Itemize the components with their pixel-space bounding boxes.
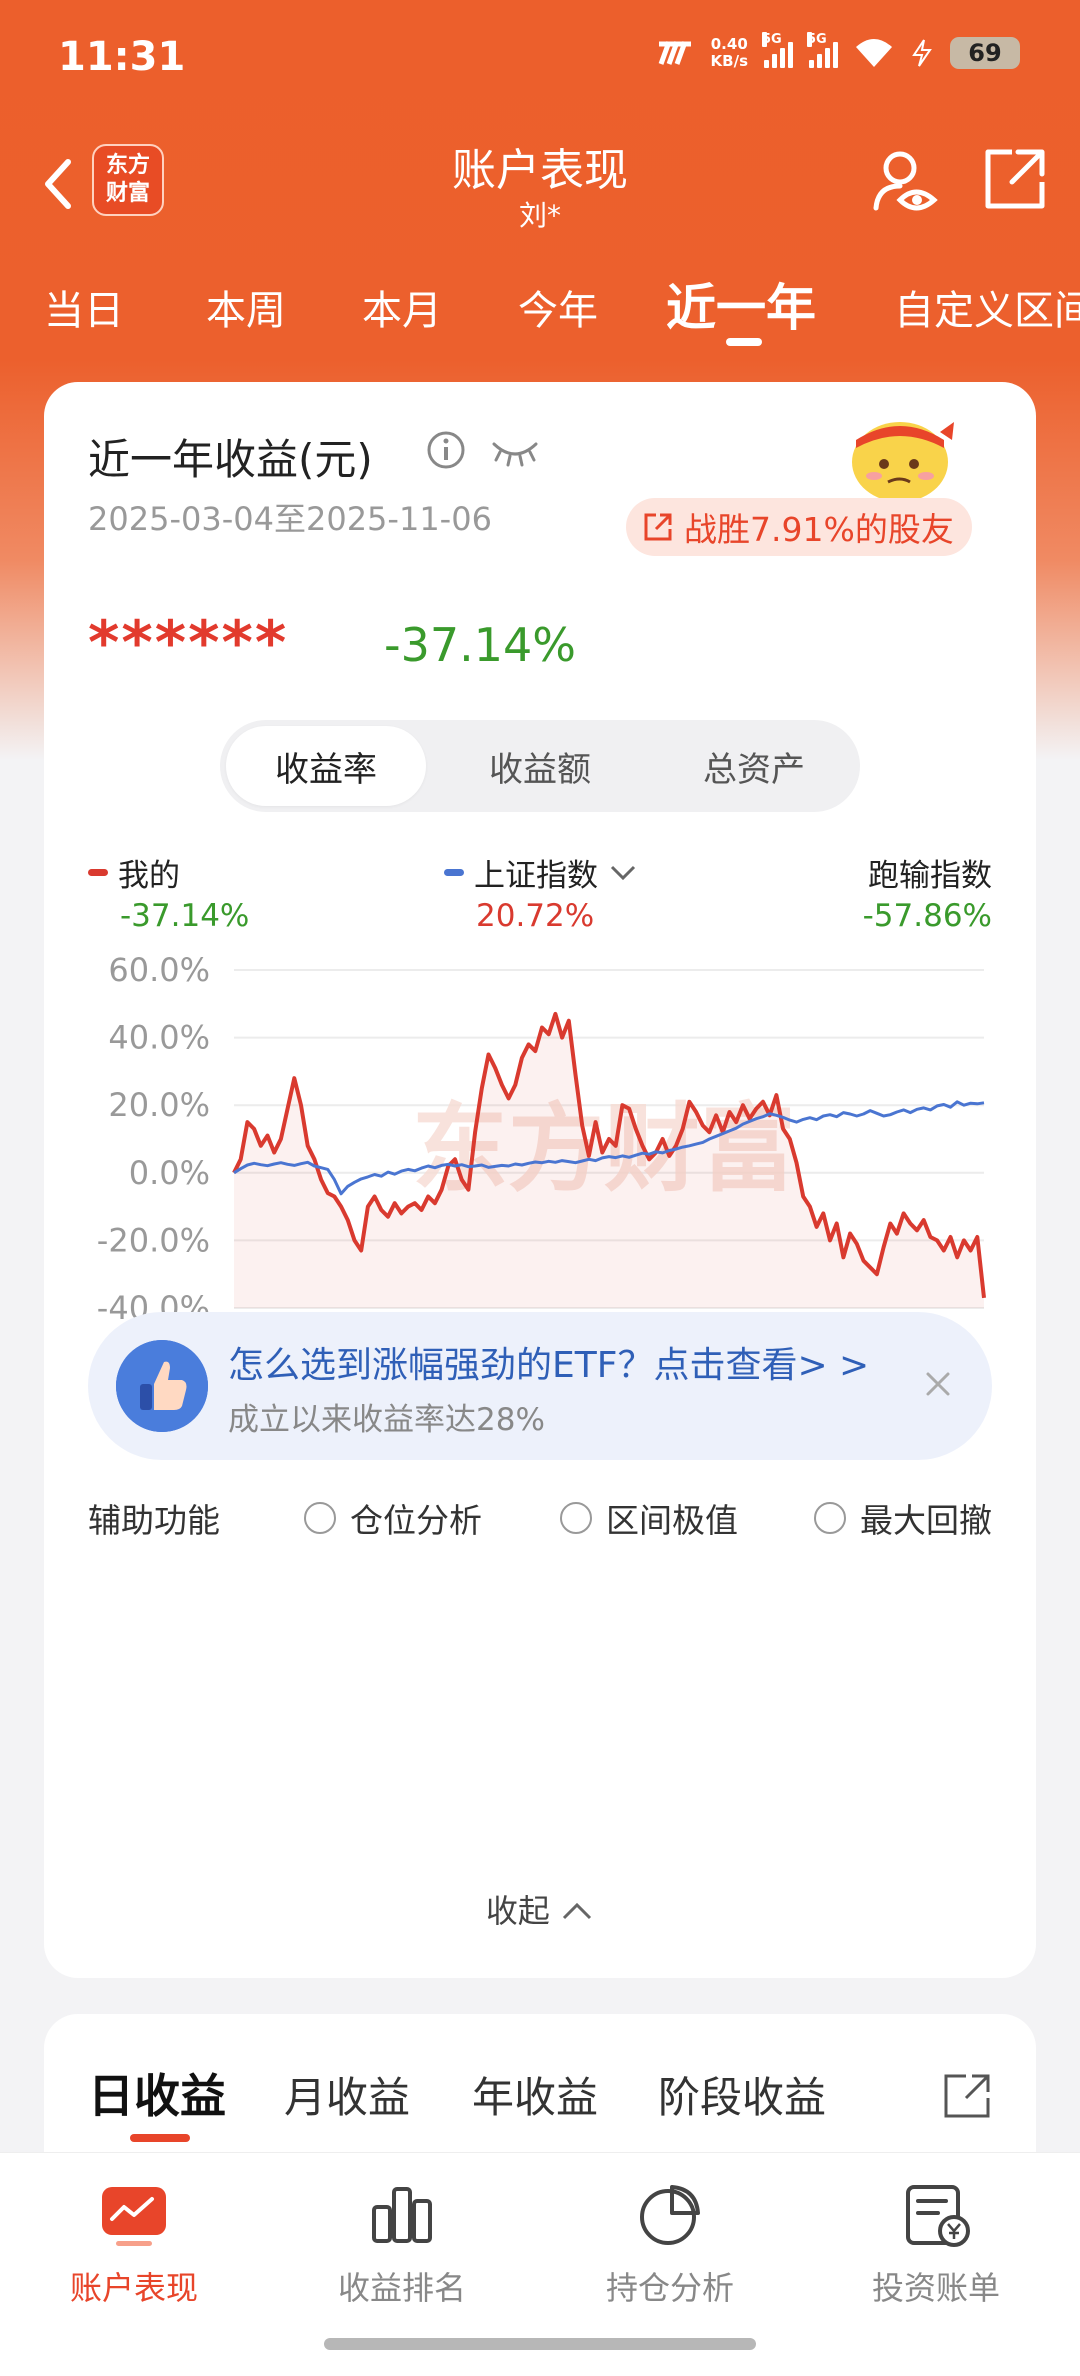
segment-total-assets[interactable]: 总资产 xyxy=(654,726,854,806)
share-icon[interactable] xyxy=(942,2070,994,2120)
tab-yearly-returns[interactable]: 年收益 xyxy=(472,2064,598,2125)
app-header: 东方 财富 账户表现 刘* xyxy=(0,120,1080,260)
legend-underperform: 跑输指数 xyxy=(868,858,992,894)
tab-period-returns[interactable]: 阶段收益 xyxy=(658,2064,826,2125)
legend-mine-value: -37.14% xyxy=(120,898,250,934)
metric-segmented-control: 收益率 收益额 总资产 xyxy=(220,720,860,812)
status-bar: 11:31 0.40 KB/s 5G 5G 69 xyxy=(0,0,1080,120)
radio-icon xyxy=(560,1502,592,1534)
tab-monthly-returns[interactable]: 月收益 xyxy=(284,2064,410,2125)
card-title: 近一年收益(元) xyxy=(88,435,373,484)
signal-icon: 5G xyxy=(762,32,793,68)
tab-this-year[interactable]: 今年 xyxy=(518,278,598,336)
trend-chart-icon xyxy=(102,2187,166,2246)
segment-return-rate[interactable]: 收益率 xyxy=(226,726,426,806)
aux-label: 辅助功能 xyxy=(88,1501,220,1540)
thumbs-up-icon xyxy=(116,1340,208,1432)
y-tick-label: 20.0% xyxy=(108,1086,210,1124)
net-speed: 0.40 KB/s xyxy=(710,35,748,70)
returns-card: 近一年收益(元) 2025-03-04至2025-11-06 战胜7.91%的股… xyxy=(44,382,1036,1978)
active-tab-indicator xyxy=(726,338,762,346)
collapse-button[interactable]: 收起 xyxy=(44,1886,1036,1932)
close-icon[interactable] xyxy=(918,1364,958,1404)
legend-underperform-value: -57.86% xyxy=(862,898,992,934)
info-icon[interactable] xyxy=(426,430,466,470)
aux-functions: 辅助功能 仓位分析 区间极值 最大回撤 xyxy=(88,1494,1008,1544)
tab-last-year[interactable]: 近一年 xyxy=(666,268,816,340)
option-position-analysis[interactable]: 仓位分析 xyxy=(304,1494,482,1542)
charging-icon xyxy=(912,39,932,67)
return-percentage: -37.14% xyxy=(384,618,576,672)
option-range-extremes[interactable]: 区间极值 xyxy=(560,1494,738,1542)
nav-investment-statement[interactable]: 投资账单 xyxy=(816,2177,1056,2309)
radio-icon xyxy=(304,1502,336,1534)
detail-tab-indicator xyxy=(130,2134,190,2142)
legend-index-selector[interactable]: 上证指数 xyxy=(444,850,638,895)
y-tick-label: -20.0% xyxy=(97,1221,210,1259)
battery-icon: 69 xyxy=(950,37,1020,69)
beat-ratio-badge[interactable]: 战胜7.91%的股友 xyxy=(626,498,972,556)
bill-icon xyxy=(906,2185,970,2247)
hd-icon xyxy=(658,41,691,65)
wifi-icon xyxy=(856,39,892,67)
promo-title: 怎么选到涨幅强劲的ETF？点击查看> > xyxy=(228,1345,870,1386)
legend-index-value: 20.72% xyxy=(476,898,595,934)
legend-swatch-mine xyxy=(88,869,108,876)
bar-chart-icon xyxy=(372,2187,432,2243)
beat-text: 战胜7.91%的股友 xyxy=(684,510,954,549)
nav-return-ranking[interactable]: 收益排名 xyxy=(282,2177,522,2309)
chevron-down-icon xyxy=(610,865,636,880)
radio-icon xyxy=(814,1502,846,1534)
y-tick-label: 0.0% xyxy=(129,1154,210,1192)
share-icon[interactable] xyxy=(982,146,1048,212)
share-small-icon xyxy=(644,513,672,541)
period-tabs: 当日 本周 本月 今年 近一年 自定义区间 xyxy=(0,268,1080,348)
mascot-icon xyxy=(852,422,954,502)
home-indicator xyxy=(324,2338,756,2350)
option-max-drawdown[interactable]: 最大回撤 xyxy=(814,1494,992,1542)
legend-swatch-index xyxy=(444,869,464,876)
y-tick-label: 40.0% xyxy=(108,1019,210,1057)
status-icons: 0.40 KB/s 5G 5G 69 xyxy=(655,32,1020,70)
etf-promo-banner[interactable]: 怎么选到涨幅强劲的ETF？点击查看> > 成立以来收益率达28% xyxy=(88,1312,992,1460)
hidden-amount: ****** xyxy=(88,608,289,678)
nav-holdings-analysis[interactable]: 持仓分析 xyxy=(550,2177,790,2309)
eye-closed-icon[interactable] xyxy=(490,434,540,468)
series-area-mine xyxy=(234,1013,984,1308)
tab-this-week[interactable]: 本周 xyxy=(206,278,286,336)
chevron-up-icon xyxy=(563,1902,592,1920)
y-tick-label: 60.0% xyxy=(108,952,210,989)
tab-this-month[interactable]: 本月 xyxy=(362,278,442,336)
pie-chart-icon xyxy=(640,2185,700,2245)
segment-return-amount[interactable]: 收益额 xyxy=(440,726,640,806)
tab-daily-returns[interactable]: 日收益 xyxy=(88,2060,226,2126)
promo-subtitle: 成立以来收益率达28% xyxy=(228,1402,545,1438)
legend-mine: 我的 xyxy=(88,850,180,895)
status-time: 11:31 xyxy=(58,34,186,80)
date-range: 2025-03-04至2025-11-06 xyxy=(88,500,492,538)
tab-custom-range[interactable]: 自定义区间 xyxy=(894,278,1080,336)
privacy-user-icon[interactable] xyxy=(870,146,940,216)
tab-today[interactable]: 当日 xyxy=(44,278,124,336)
nav-account-performance[interactable]: 账户表现 xyxy=(14,2177,254,2309)
signal-icon-2: 5G xyxy=(807,32,838,68)
